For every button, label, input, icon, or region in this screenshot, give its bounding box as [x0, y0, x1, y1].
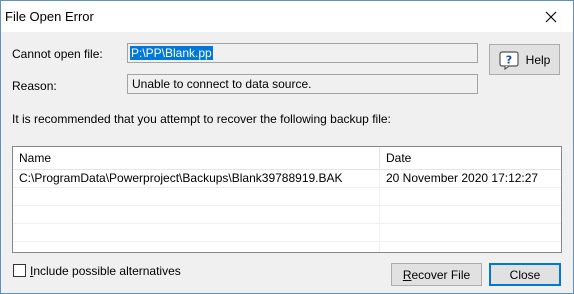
include-alternatives-label[interactable]: Include possible alternatives [30, 264, 181, 278]
close-icon [545, 11, 557, 22]
empty-row [13, 224, 561, 242]
recover-file-button[interactable]: Recover File [391, 263, 482, 286]
cannot-open-value: P:\PP\Blank.pp [130, 46, 213, 60]
cannot-open-label: Cannot open file: [12, 47, 103, 61]
help-icon: ? [499, 50, 519, 70]
help-button[interactable]: ? Help [489, 44, 560, 75]
backup-file-date: 20 November 2020 17:12:27 [386, 171, 539, 185]
reason-field: Unable to connect to data source. [127, 74, 478, 94]
empty-row [13, 206, 561, 224]
column-header-date[interactable]: Date [380, 147, 561, 169]
list-item[interactable]: C:\ProgramData\Powerproject\Backups\Blan… [13, 170, 561, 188]
reason-label: Reason: [12, 79, 57, 93]
cannot-open-field[interactable]: P:\PP\Blank.pp [127, 43, 478, 63]
close-label: Close [509, 267, 541, 282]
close-button[interactable]: Close [489, 263, 561, 286]
reason-value: Unable to connect to data source. [132, 77, 312, 91]
help-label: Help [525, 52, 551, 67]
column-header-name[interactable]: Name [13, 147, 379, 169]
backup-file-name: C:\ProgramData\Powerproject\Backups\Blan… [19, 171, 343, 185]
file-open-error-dialog: File Open Error Cannot open file: P:\PP\… [0, 0, 574, 294]
empty-row [13, 188, 561, 206]
window-title: File Open Error [5, 9, 94, 24]
backup-file-list[interactable]: Name Date C:\ProgramData\Powerproject\Ba… [12, 146, 562, 253]
list-header: Name Date [13, 147, 561, 170]
close-window-button[interactable] [529, 1, 573, 32]
title-bar: File Open Error [1, 1, 573, 32]
svg-text:?: ? [505, 53, 511, 66]
recommendation-text: It is recommended that you attempt to re… [12, 112, 391, 126]
recover-file-label: Recover File [402, 267, 471, 282]
include-alternatives-checkbox[interactable] [13, 264, 26, 277]
